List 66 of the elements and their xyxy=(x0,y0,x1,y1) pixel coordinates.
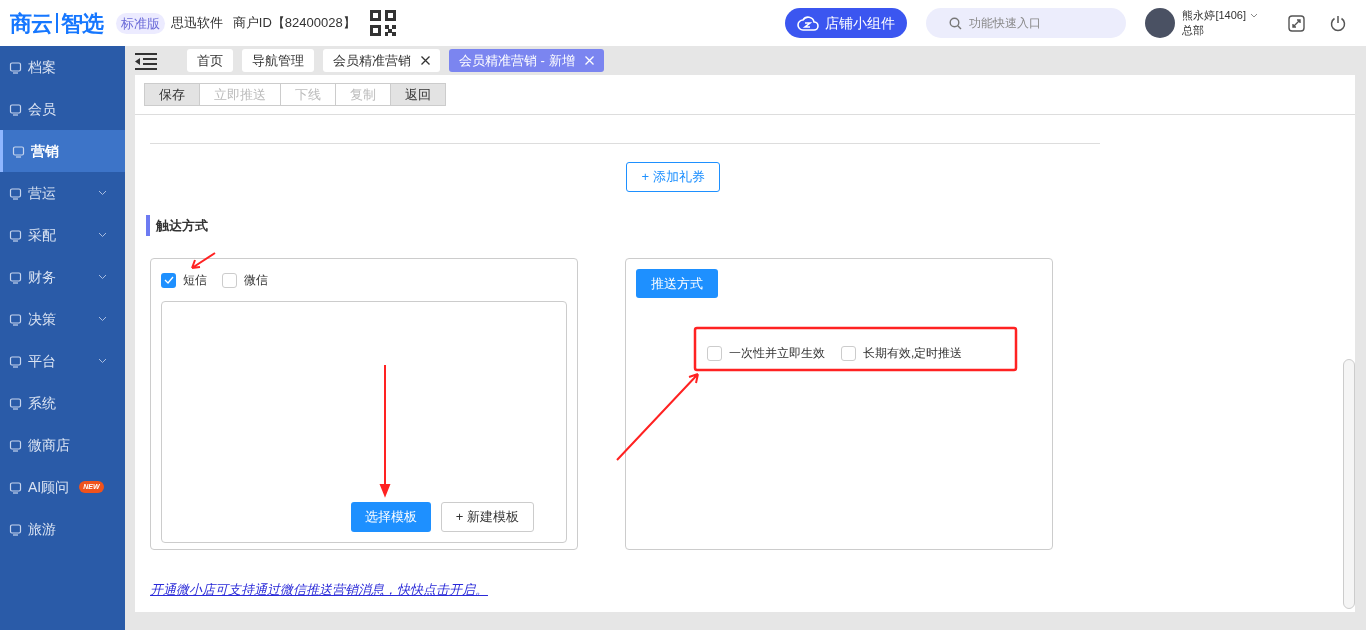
sidebar-item[interactable]: 采配 xyxy=(0,214,125,256)
sidebar-item[interactable]: 平台 xyxy=(0,340,125,382)
push-method-button[interactable]: 推送方式 xyxy=(636,269,718,298)
menu-item-icon xyxy=(9,480,22,494)
chevron-down-icon xyxy=(98,274,107,280)
new-template-button[interactable]: + 新建模板 xyxy=(440,502,534,532)
tab[interactable]: 首页 xyxy=(187,49,233,72)
chevron-down-icon xyxy=(98,190,107,196)
select-template-button[interactable]: 选择模板 xyxy=(350,502,431,532)
sidebar-item[interactable]: 营运 xyxy=(0,172,125,214)
checkbox[interactable] xyxy=(161,272,176,288)
menu-item-icon xyxy=(9,228,22,242)
sidebar-item[interactable]: 旅游 xyxy=(0,508,125,550)
toolbar-button[interactable]: 返回 xyxy=(390,83,446,106)
user-department: 总部 xyxy=(1182,23,1206,38)
checkbox-label: 短信 xyxy=(183,272,207,289)
chevron-down-icon[interactable] xyxy=(1250,13,1258,18)
chevron-down-icon xyxy=(98,316,107,322)
footer-link[interactable]: 开通微小店可支持通过微信推送营销消息，快快点击开启。 xyxy=(150,580,488,600)
fullscreen-icon[interactable] xyxy=(1288,14,1305,32)
close-icon[interactable] xyxy=(421,56,430,65)
sidebar-item[interactable]: 财务 xyxy=(0,256,125,298)
menu-item-icon xyxy=(9,102,22,116)
checkbox[interactable] xyxy=(222,272,237,288)
sidebar-item[interactable]: 微商店 xyxy=(0,424,125,466)
checkbox-label: 长期有效,定时推送 xyxy=(863,345,963,362)
company-name: 思迅软件 xyxy=(170,14,223,33)
tab[interactable]: 导航管理 xyxy=(242,49,314,72)
search-field[interactable]: 功能快速入口 xyxy=(926,8,1127,38)
chevron-down-icon xyxy=(98,232,107,238)
collapse-menu-icon[interactable] xyxy=(135,51,157,70)
merchant-id: 商户ID【82400028】 xyxy=(232,14,356,33)
sidebar-item[interactable]: 系统 xyxy=(0,382,125,424)
menu-item-icon xyxy=(9,60,22,74)
menu-item-icon xyxy=(9,354,22,368)
menu-item-icon xyxy=(9,522,22,536)
power-icon[interactable] xyxy=(1330,14,1346,32)
checkbox-label: 一次性并立即生效 xyxy=(729,345,825,362)
chevron-down-icon xyxy=(98,358,107,364)
menu-item-icon xyxy=(9,396,22,410)
tab[interactable]: 会员精准营销 xyxy=(323,49,440,72)
sidebar-item[interactable]: 档案 xyxy=(0,46,125,88)
sidebar-item[interactable]: 营销 xyxy=(0,130,125,172)
edition-badge: 标准版 xyxy=(115,12,165,34)
sidebar-item[interactable]: 决策 xyxy=(0,298,125,340)
menu-item-icon xyxy=(12,144,25,158)
add-coupon-button[interactable]: + 添加礼券 xyxy=(626,162,720,192)
checkbox[interactable] xyxy=(841,345,856,361)
tab[interactable]: 会员精准营销 - 新增 xyxy=(449,49,604,72)
menu-item-icon xyxy=(9,312,22,326)
search-icon xyxy=(949,17,963,30)
section-title: 触达方式 xyxy=(156,216,208,235)
checkbox-label: 微信 xyxy=(244,272,268,289)
cloud-icon xyxy=(797,15,820,31)
sidebar-item[interactable]: 会员 xyxy=(0,88,125,130)
menu-item-icon xyxy=(9,270,22,284)
logo: 商云 智选 xyxy=(10,9,104,38)
toolbar-button[interactable]: 保存 xyxy=(144,83,200,106)
qr-code-icon[interactable] xyxy=(369,10,396,36)
menu-item-icon xyxy=(9,438,22,452)
checkbox[interactable] xyxy=(707,345,722,361)
widget-button[interactable]: 店铺小组件 xyxy=(785,8,908,38)
menu-item-icon xyxy=(9,186,22,200)
avatar[interactable] xyxy=(1145,8,1176,38)
scrollbar[interactable] xyxy=(1343,359,1355,609)
user-name[interactable]: 熊永婷[1406] xyxy=(1182,8,1246,23)
